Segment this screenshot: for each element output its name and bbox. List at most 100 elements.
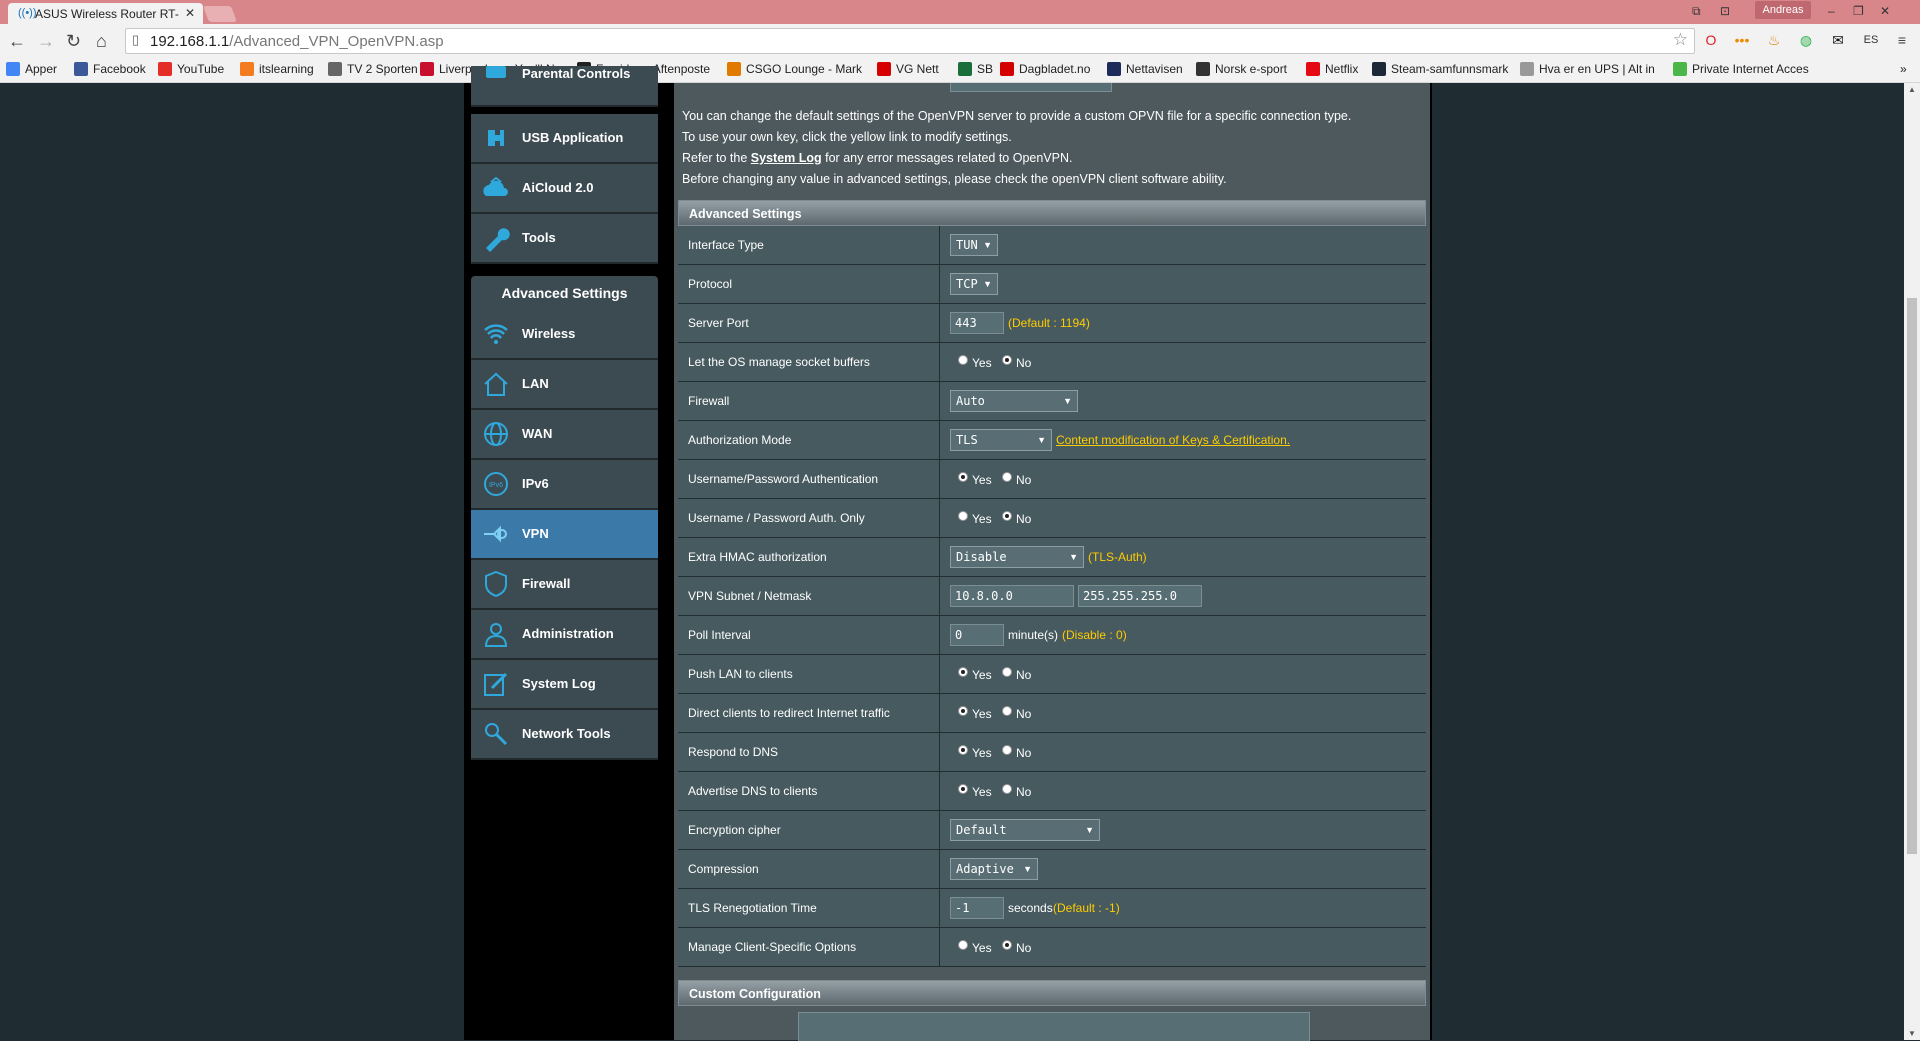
bookmarks-overflow-icon[interactable]: »: [1900, 62, 1907, 76]
bookmark-item[interactable]: Steam-samfunnsmark: [1372, 62, 1508, 76]
page-scrollbar[interactable]: ▲ ▼: [1904, 83, 1920, 1040]
protocol-select[interactable]: TCP ▼: [950, 273, 998, 295]
menu-tools[interactable]: Tools: [471, 214, 658, 264]
authorization-mode-select[interactable]: TLS ▼: [950, 429, 1052, 451]
address-bar[interactable]: ▯ 192.168.1.1/Advanced_VPN_OpenVPN.asp ☆: [125, 28, 1695, 54]
opera-extension-icon[interactable]: O: [1702, 31, 1720, 49]
bookmark-item[interactable]: Netflix: [1306, 62, 1358, 76]
liverpool-icon: [420, 62, 434, 76]
radio-no[interactable]: [1002, 706, 1012, 716]
browser-toolbar: ← → ↻ ⌂ ▯ 192.168.1.1/Advanced_VPN_OpenV…: [0, 24, 1920, 58]
administration-icon: [484, 623, 508, 647]
tls-renegotiation-input[interactable]: -1: [950, 897, 1004, 919]
radio-yes[interactable]: [958, 940, 968, 950]
bookmark-label: TV 2 Sporten: [347, 62, 418, 76]
radio-no[interactable]: [1002, 472, 1012, 482]
radio-no[interactable]: [1002, 355, 1012, 365]
keys-certification-link[interactable]: Content modification of Keys & Certifica…: [1056, 433, 1290, 447]
row-label: Push LAN to clients: [678, 655, 940, 693]
menu-system-log[interactable]: System Log: [471, 660, 658, 710]
minimize-icon[interactable]: –: [1828, 4, 1835, 18]
scrollbar-thumb[interactable]: [1907, 298, 1917, 854]
radio-no[interactable]: [1002, 667, 1012, 677]
bookmark-item[interactable]: itslearning: [240, 62, 314, 76]
server-port-input[interactable]: 443: [950, 312, 1004, 334]
menu-ipv6[interactable]: IPv6 IPv6: [471, 460, 658, 510]
forward-icon[interactable]: →: [37, 31, 55, 52]
menu-label: Network Tools: [522, 726, 611, 741]
radio-yes[interactable]: [958, 511, 968, 521]
cast-icon[interactable]: ⧉: [1692, 4, 1701, 19]
custom-configuration-textarea[interactable]: [798, 1012, 1310, 1041]
row-compression: Compression Adaptive ▼: [678, 850, 1426, 889]
bookmark-item[interactable]: SB: [958, 62, 993, 76]
radio-no[interactable]: [1002, 784, 1012, 794]
menu-administration[interactable]: Administration: [471, 610, 658, 660]
more-extension-icon[interactable]: •••: [1733, 31, 1751, 49]
tab-close-icon[interactable]: ✕: [185, 6, 195, 20]
home-icon[interactable]: ⌂: [96, 31, 107, 52]
radio-yes[interactable]: [958, 355, 968, 365]
scroll-up-icon[interactable]: ▲: [1908, 85, 1916, 94]
menu-wireless[interactable]: Wireless: [471, 310, 658, 360]
mail-extension-icon[interactable]: ✉: [1829, 31, 1847, 49]
menu-wan[interactable]: WAN: [471, 410, 658, 460]
bookmark-item[interactable]: CSGO Lounge - Mark: [727, 62, 862, 76]
bookmark-item[interactable]: VG Nett: [877, 62, 939, 76]
menu-lan[interactable]: LAN: [471, 360, 658, 410]
cipher-select[interactable]: Default ▼: [950, 819, 1100, 841]
profile-button[interactable]: Andreas: [1755, 1, 1811, 19]
radio-no[interactable]: [1002, 940, 1012, 950]
browser-tab[interactable]: ((•)) ASUS Wireless Router RT- ✕: [8, 3, 203, 24]
radio-yes[interactable]: [958, 706, 968, 716]
menu-firewall[interactable]: Firewall: [471, 560, 658, 610]
compression-select[interactable]: Adaptive ▼: [950, 858, 1038, 880]
radio-yes[interactable]: [958, 784, 968, 794]
bookmark-item[interactable]: Apper: [6, 62, 57, 76]
bookmark-item[interactable]: Norsk e-sport: [1196, 62, 1287, 76]
close-window-icon[interactable]: ✕: [1880, 4, 1890, 18]
bookmark-label: YouTube: [177, 62, 225, 76]
menu-usb-application[interactable]: USB Application: [471, 114, 658, 164]
firewall-icon: [485, 570, 507, 598]
reload-icon[interactable]: ↻: [66, 31, 81, 52]
radio-yes[interactable]: [958, 745, 968, 755]
menu-aicloud[interactable]: AiCloud 2.0: [471, 164, 658, 214]
interface-type-select[interactable]: TUN ▼: [950, 234, 998, 256]
bookmark-item[interactable]: Hva er en UPS | Alt in: [1520, 62, 1655, 76]
bookmark-star-icon[interactable]: ☆: [1673, 30, 1688, 50]
flame-extension-icon[interactable]: ♨: [1765, 31, 1783, 49]
bookmark-item[interactable]: Nettavisen: [1107, 62, 1183, 76]
select-value: Disable: [956, 550, 1007, 564]
menu-parental-controls[interactable]: Parental Controls: [471, 66, 658, 107]
radio-yes[interactable]: [958, 667, 968, 677]
select-value: Auto: [956, 394, 985, 408]
restore-icon[interactable]: ❐: [1853, 4, 1864, 18]
radio-no[interactable]: [1002, 745, 1012, 755]
vpn-netmask-input[interactable]: 255.255.255.0: [1078, 585, 1202, 607]
poll-interval-input[interactable]: 0: [950, 624, 1004, 646]
new-tab-button[interactable]: [203, 6, 237, 22]
system-log-link[interactable]: System Log: [751, 151, 822, 165]
es-extension-icon[interactable]: ES: [1862, 31, 1880, 49]
bookmark-item[interactable]: YouTube: [158, 62, 224, 76]
bookmark-item[interactable]: Private Internet Acces: [1673, 62, 1809, 76]
scroll-down-icon[interactable]: ▼: [1908, 1029, 1916, 1038]
bookmark-item[interactable]: TV 2 Sporten: [328, 62, 418, 76]
radio-no-label: No: [1016, 785, 1032, 799]
vpn-subnet-input[interactable]: 10.8.0.0: [950, 585, 1074, 607]
bookmark-item[interactable]: Facebook: [74, 62, 146, 76]
screenshot-icon[interactable]: ⊡: [1720, 4, 1730, 18]
row-label: Encryption cipher: [678, 811, 940, 849]
bookmark-item[interactable]: Dagbladet.no: [1000, 62, 1090, 76]
hmac-select[interactable]: Disable ▼: [950, 546, 1084, 568]
row-label: Username / Password Auth. Only: [678, 499, 940, 537]
chrome-menu-icon[interactable]: ≡: [1893, 31, 1911, 49]
radio-yes[interactable]: [958, 472, 968, 482]
green-extension-icon[interactable]: ◍: [1797, 31, 1815, 49]
menu-network-tools[interactable]: Network Tools: [471, 710, 658, 760]
back-icon[interactable]: ←: [8, 31, 26, 52]
menu-vpn[interactable]: VPN: [471, 510, 658, 560]
radio-no[interactable]: [1002, 511, 1012, 521]
firewall-select[interactable]: Auto ▼: [950, 390, 1078, 412]
